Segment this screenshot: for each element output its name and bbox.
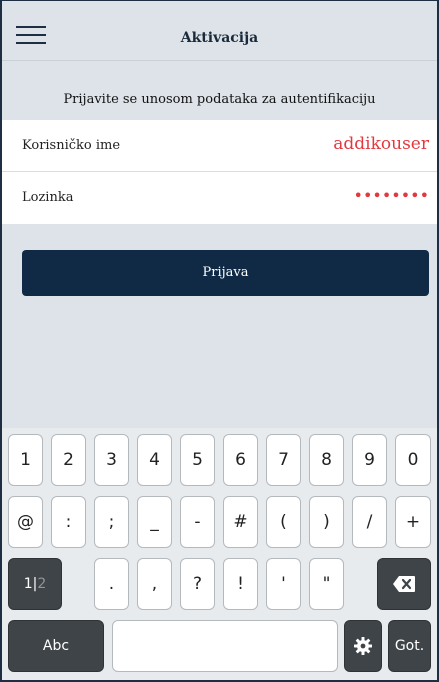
key-2[interactable]: 2: [51, 434, 86, 486]
key-apostrophe[interactable]: ': [266, 558, 301, 610]
header-divider: [2, 60, 437, 61]
key-exclamation[interactable]: !: [223, 558, 258, 610]
key-colon[interactable]: :: [51, 496, 86, 548]
key-close-paren[interactable]: ): [309, 496, 344, 548]
login-button[interactable]: Prijava: [22, 250, 429, 296]
settings-key[interactable]: [344, 620, 382, 672]
page-title: Aktivacija: [180, 30, 259, 46]
symbol-page-toggle[interactable]: 1|2: [8, 558, 62, 610]
space-key[interactable]: [112, 620, 338, 672]
key-8[interactable]: 8: [309, 434, 344, 486]
instruction-text: Prijavite se unosom podataka za autentif…: [63, 92, 376, 107]
backspace-key[interactable]: [377, 558, 431, 610]
key-minus[interactable]: -: [180, 496, 215, 548]
key-4[interactable]: 4: [137, 434, 172, 486]
key-plus[interactable]: +: [395, 496, 431, 548]
key-1[interactable]: 1: [8, 434, 43, 486]
key-5[interactable]: 5: [180, 434, 215, 486]
password-field[interactable]: ••••••••: [354, 186, 430, 205]
toggle-page-secondary: 2: [37, 576, 47, 592]
password-row[interactable]: Lozinka ••••••••: [2, 172, 437, 224]
key-6[interactable]: 6: [223, 434, 258, 486]
key-question[interactable]: ?: [180, 558, 215, 610]
key-0[interactable]: 0: [395, 434, 431, 486]
toggle-page-primary: 1|: [23, 576, 38, 592]
backspace-icon: [393, 576, 415, 592]
key-period[interactable]: .: [94, 558, 129, 610]
key-hash[interactable]: #: [223, 496, 258, 548]
key-open-paren[interactable]: (: [266, 496, 301, 548]
abc-key[interactable]: Abc: [8, 620, 104, 672]
login-form: Korisničko ime addikouser Lozinka ••••••…: [2, 120, 437, 224]
key-at[interactable]: @: [8, 496, 43, 548]
username-label: Korisničko ime: [22, 138, 121, 153]
key-slash[interactable]: /: [352, 496, 387, 548]
username-field[interactable]: addikouser: [333, 134, 429, 154]
go-key[interactable]: Got.: [388, 620, 431, 672]
key-7[interactable]: 7: [266, 434, 301, 486]
password-label: Lozinka: [22, 190, 74, 205]
key-comma[interactable]: ,: [137, 558, 172, 610]
onscreen-keyboard: 1 2 3 4 5 6 7 8 9 0 @ : ; _ - # ( ) / + …: [2, 428, 437, 682]
key-underscore[interactable]: _: [137, 496, 172, 548]
key-semicolon[interactable]: ;: [94, 496, 129, 548]
key-9[interactable]: 9: [352, 434, 387, 486]
key-3[interactable]: 3: [94, 434, 129, 486]
username-row[interactable]: Korisničko ime addikouser: [2, 120, 437, 172]
key-quote[interactable]: ": [309, 558, 344, 610]
gear-icon: [354, 637, 372, 655]
